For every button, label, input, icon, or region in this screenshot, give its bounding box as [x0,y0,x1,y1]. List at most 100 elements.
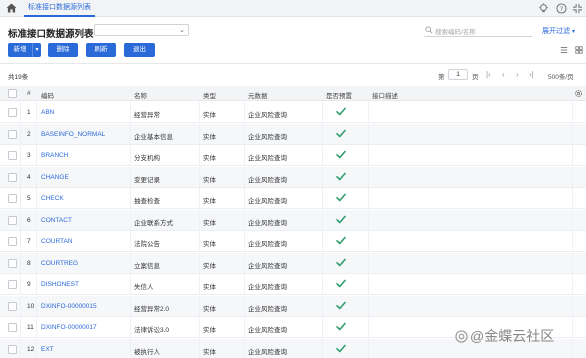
column-divider [199,166,200,188]
cell-index: 6 [27,216,31,224]
column-divider [572,209,573,231]
column-header-type[interactable]: 类型 [203,90,216,100]
table-row[interactable]: 1 ABN 经营异常 实体 企业风险查询 [0,102,586,123]
column-divider [368,166,369,188]
cell-meta: 企业风险查询 [248,198,287,205]
cell-code[interactable]: CHANGE [41,174,69,181]
table-row[interactable]: 9 DISHONEST 失信人 实体 企业风险查询 [0,274,586,295]
column-divider [572,145,573,166]
column-header-preset[interactable]: 是否预置 [326,90,352,100]
chevron-down-icon: ⌄ [179,27,185,34]
column-divider [322,166,323,188]
search-input[interactable]: 搜索编码/名称 [424,24,532,37]
scheme-select[interactable]: ⌄ [94,24,189,36]
cell-code[interactable]: ABN [41,109,54,116]
column-divider [368,274,369,295]
next-page-icon[interactable]: › [516,70,519,79]
exit-button[interactable]: 退出 [124,43,155,57]
column-divider [368,145,369,166]
column-divider [244,166,245,188]
refresh-button[interactable]: 刷新 [86,43,116,57]
page-number-input[interactable]: 1 [448,69,468,80]
column-divider [572,166,573,188]
column-divider [130,123,131,145]
row-checkbox[interactable] [8,108,17,117]
delete-button[interactable]: 删除 [48,43,78,57]
first-page-icon[interactable]: |‹ [486,70,491,79]
bulb-icon[interactable] [538,3,549,14]
table-row[interactable]: 7 COURTAN 法院公告 实体 企业风险查询 [0,231,586,252]
column-header-code[interactable]: 编码 [41,90,54,100]
page-size-select[interactable]: 500条/页 [548,71,574,81]
table-row[interactable]: 5 CHECK 抽查检查 实体 企业风险查询 [0,188,586,209]
cell-name: 立案信息 [134,262,160,270]
table-row[interactable]: 10 DXINFO-00000015 经营异常2.0 实体 企业风险查询 [0,295,586,317]
help-icon[interactable]: ? [556,3,567,14]
table-row[interactable]: 2 BASEINFO_NORMAL 企业基本信息 实体 企业风险查询 [0,123,586,145]
cell-code[interactable]: EXT [41,346,54,353]
row-checkbox[interactable] [8,237,17,246]
row-checkbox[interactable] [8,194,17,203]
cell-code[interactable]: DXINFO-00000015 [41,303,97,310]
column-divider [322,338,323,358]
column-divider [130,338,131,358]
column-header-desc[interactable]: 接口描述 [372,90,398,100]
column-header-meta[interactable]: 元数据 [248,90,268,100]
cell-code[interactable]: DXINFO-00000017 [41,324,97,331]
watermark: @金蝶云社区 [470,328,555,344]
cell-name: 分支机构 [134,155,160,162]
expand-filter-label: 展开过滤 [542,28,570,35]
table-row[interactable]: 8 COURTREG 立案信息 实体 企业风险查询 [0,252,586,274]
check-icon [336,172,346,180]
check-icon [336,301,346,309]
cell-code[interactable]: COURTREG [41,260,78,267]
cell-code[interactable]: DISHONEST [41,281,79,288]
column-divider [368,252,369,274]
cell-code[interactable]: CHECK [41,195,64,202]
cell-name: 法律诉讼3.0 [134,327,170,334]
page-suffix: 页 [472,74,479,81]
row-checkbox[interactable] [8,215,17,225]
row-checkbox[interactable] [8,323,17,332]
list-view-icon[interactable] [560,46,568,54]
row-checkbox[interactable] [8,301,17,311]
table-row[interactable]: 6 CONTACT 企业联系方式 实体 企业风险查询 [0,209,586,231]
row-checkbox[interactable] [8,258,17,268]
column-divider [130,317,131,338]
table-row[interactable]: 4 CHANGE 变更记录 实体 企业风险查询 [0,166,586,188]
row-checkbox[interactable] [8,280,17,289]
column-divider [36,123,37,145]
cell-index: 7 [27,238,31,245]
column-divider [322,252,323,274]
new-button[interactable]: 新增 [8,43,32,57]
cell-code[interactable]: BASEINFO_NORMAL [41,131,105,138]
cell-code[interactable]: COURTAN [41,238,73,245]
row-checkbox[interactable] [8,172,17,182]
new-dropdown-button[interactable]: ▾ [32,43,41,57]
last-page-icon[interactable]: ›| [529,70,534,79]
row-checkbox[interactable] [8,151,17,160]
column-header-name[interactable]: 名称 [134,90,147,100]
table-row[interactable]: 3 BRANCH 分支机构 实体 企业风险查询 [0,145,586,166]
cell-meta: 企业风险查询 [248,284,287,291]
expand-filter-link[interactable]: 展开过滤 ▾ [542,26,575,36]
home-icon[interactable] [6,3,17,13]
cell-code[interactable]: CONTACT [41,217,72,224]
row-checkbox[interactable] [8,344,17,354]
column-divider [36,102,37,123]
cell-type: 实体 [203,284,216,291]
grid-view-icon[interactable] [575,46,583,54]
cell-code[interactable]: BRANCH [41,152,68,159]
column-divider [130,145,131,166]
cell-meta: 企业风险查询 [248,155,287,162]
column-divider [368,231,369,252]
select-all-checkbox[interactable] [8,89,17,98]
divider [0,63,586,64]
tab-standard-interface-list[interactable]: 标准接口数据源列表 [24,0,95,17]
row-checkbox[interactable] [8,129,17,139]
gear-icon[interactable] [574,89,583,98]
cell-index: 5 [27,195,31,202]
collapse-icon[interactable] [572,3,583,14]
column-divider [322,295,323,317]
prev-page-icon[interactable]: ‹ [502,70,505,79]
